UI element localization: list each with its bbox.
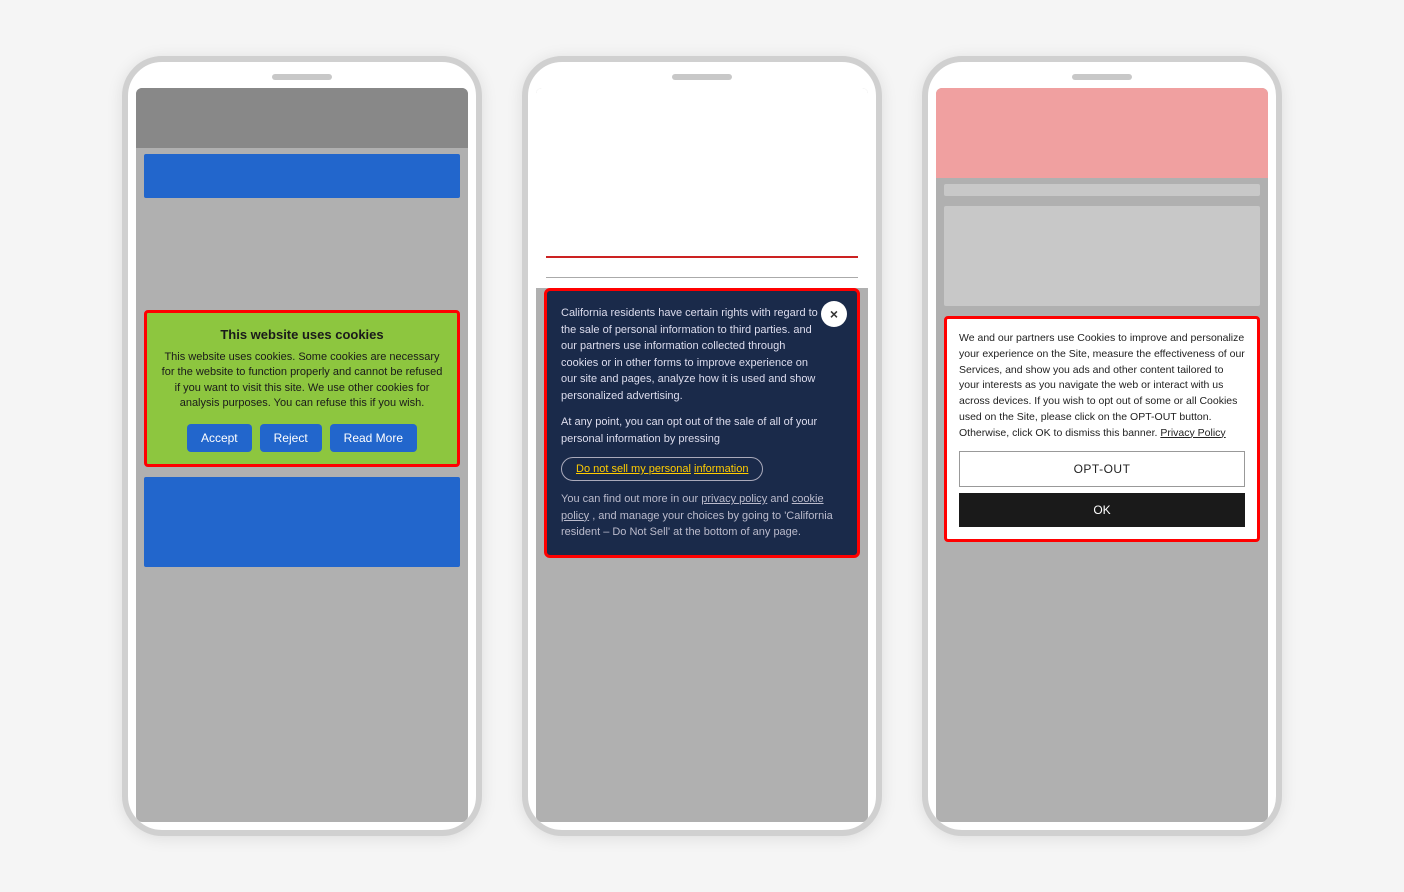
screen3-pink-block bbox=[936, 88, 1268, 178]
phone-2-screen: × California residents have certain righ… bbox=[536, 88, 868, 822]
cookie-banner-3: We and our partners use Cookies to impro… bbox=[944, 316, 1260, 542]
screen3-gray-line bbox=[944, 184, 1260, 196]
phone-2-speaker bbox=[672, 74, 732, 80]
phone-1-screen: This website uses cookies This website u… bbox=[136, 88, 468, 822]
privacy-policy-link[interactable]: privacy policy bbox=[701, 493, 767, 505]
screen2-bottom-area bbox=[536, 558, 868, 823]
opt-out-button[interactable]: OPT-OUT bbox=[959, 451, 1245, 487]
phone-1: This website uses cookies This website u… bbox=[122, 56, 482, 836]
privacy-policy-link-3[interactable]: Privacy Policy bbox=[1160, 427, 1225, 439]
cookie-banner-1-body: This website uses cookies. Some cookies … bbox=[159, 350, 445, 412]
screen2-white-area bbox=[536, 88, 868, 288]
phone-3: We and our partners use Cookies to impro… bbox=[922, 56, 1282, 836]
read-more-button[interactable]: Read More bbox=[330, 424, 417, 452]
reject-button[interactable]: Reject bbox=[260, 424, 322, 452]
ok-button[interactable]: OK bbox=[959, 493, 1245, 527]
cookie-banner-2: × California residents have certain righ… bbox=[544, 288, 860, 558]
cookie-banner-3-body: We and our partners use Cookies to impro… bbox=[959, 331, 1245, 441]
screen2-red-line bbox=[546, 256, 858, 258]
cookie-banner-1-buttons: Accept Reject Read More bbox=[159, 424, 445, 452]
screen3-gray-block bbox=[944, 206, 1260, 306]
cookie-banner-2-footer1: At any point, you can opt out of the sal… bbox=[561, 414, 843, 447]
screen1-blue-block bbox=[144, 477, 460, 567]
accept-button[interactable]: Accept bbox=[187, 424, 252, 452]
cookie-banner-2-footer2: You can find out more in our privacy pol… bbox=[561, 491, 843, 541]
cookie-banner-1-title: This website uses cookies bbox=[159, 327, 445, 342]
screen1-blue-bar bbox=[144, 154, 460, 198]
phone-2: × California residents have certain righ… bbox=[522, 56, 882, 836]
cookie-banner-1: This website uses cookies This website u… bbox=[144, 310, 460, 467]
do-not-sell-button[interactable]: Do not sell my personal information bbox=[561, 457, 763, 481]
screen2-gray-line bbox=[546, 277, 858, 278]
phone-3-speaker bbox=[1072, 74, 1132, 80]
phone-1-speaker bbox=[272, 74, 332, 80]
cookie-banner-2-body1: California residents have certain rights… bbox=[561, 305, 843, 404]
phone-3-screen: We and our partners use Cookies to impro… bbox=[936, 88, 1268, 822]
screen1-top-bar bbox=[136, 88, 468, 148]
close-button[interactable]: × bbox=[821, 301, 847, 327]
screen1-gray-block bbox=[144, 210, 460, 300]
